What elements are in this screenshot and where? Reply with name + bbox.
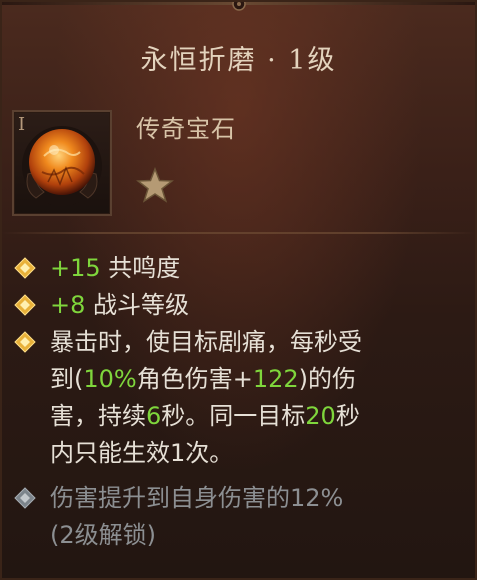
orange-gem-icon — [22, 126, 102, 206]
combat-level-value: +8 — [50, 291, 86, 319]
resonance-value: +15 — [50, 254, 101, 282]
legendary-gem-tooltip: 永恒折磨 · 1级 I 传奇宝石 +15 共鸣度 +8 战斗等级 暴击时，使目标… — [0, 0, 477, 580]
gem-name-title: 永恒折磨 · 1级 — [140, 45, 337, 76]
combat-level-label: 战斗等级 — [85, 291, 190, 319]
rank-glyph: I — [18, 114, 26, 135]
item-type-label: 传奇宝石 — [136, 115, 236, 143]
locked-diamond-bullet-icon — [14, 487, 36, 509]
section-divider — [2, 232, 475, 234]
diamond-bullet-icon — [14, 294, 36, 316]
diamond-bullet-icon — [14, 257, 36, 279]
star-icon — [136, 167, 174, 203]
locked-effect-line-2: (2级解锁) — [50, 521, 156, 549]
effect-line-1: 暴击时，使目标剧痛，每秒受 — [50, 328, 362, 356]
top-ornament-icon — [231, 2, 246, 11]
diamond-bullet-icon — [14, 331, 36, 353]
effect-line-4: 内只能生效1次。 — [50, 439, 234, 467]
resonance-label: 共鸣度 — [100, 254, 181, 282]
effect-line-3: 害，持续6秒。同一目标20秒 — [50, 402, 360, 430]
gem-icon-frame: I — [12, 110, 112, 216]
locked-effect-line-1: 伤害提升到自身伤害的12% — [50, 484, 344, 512]
effect-line-2: 到(10%角色伤害+122)的伤 — [50, 365, 357, 393]
